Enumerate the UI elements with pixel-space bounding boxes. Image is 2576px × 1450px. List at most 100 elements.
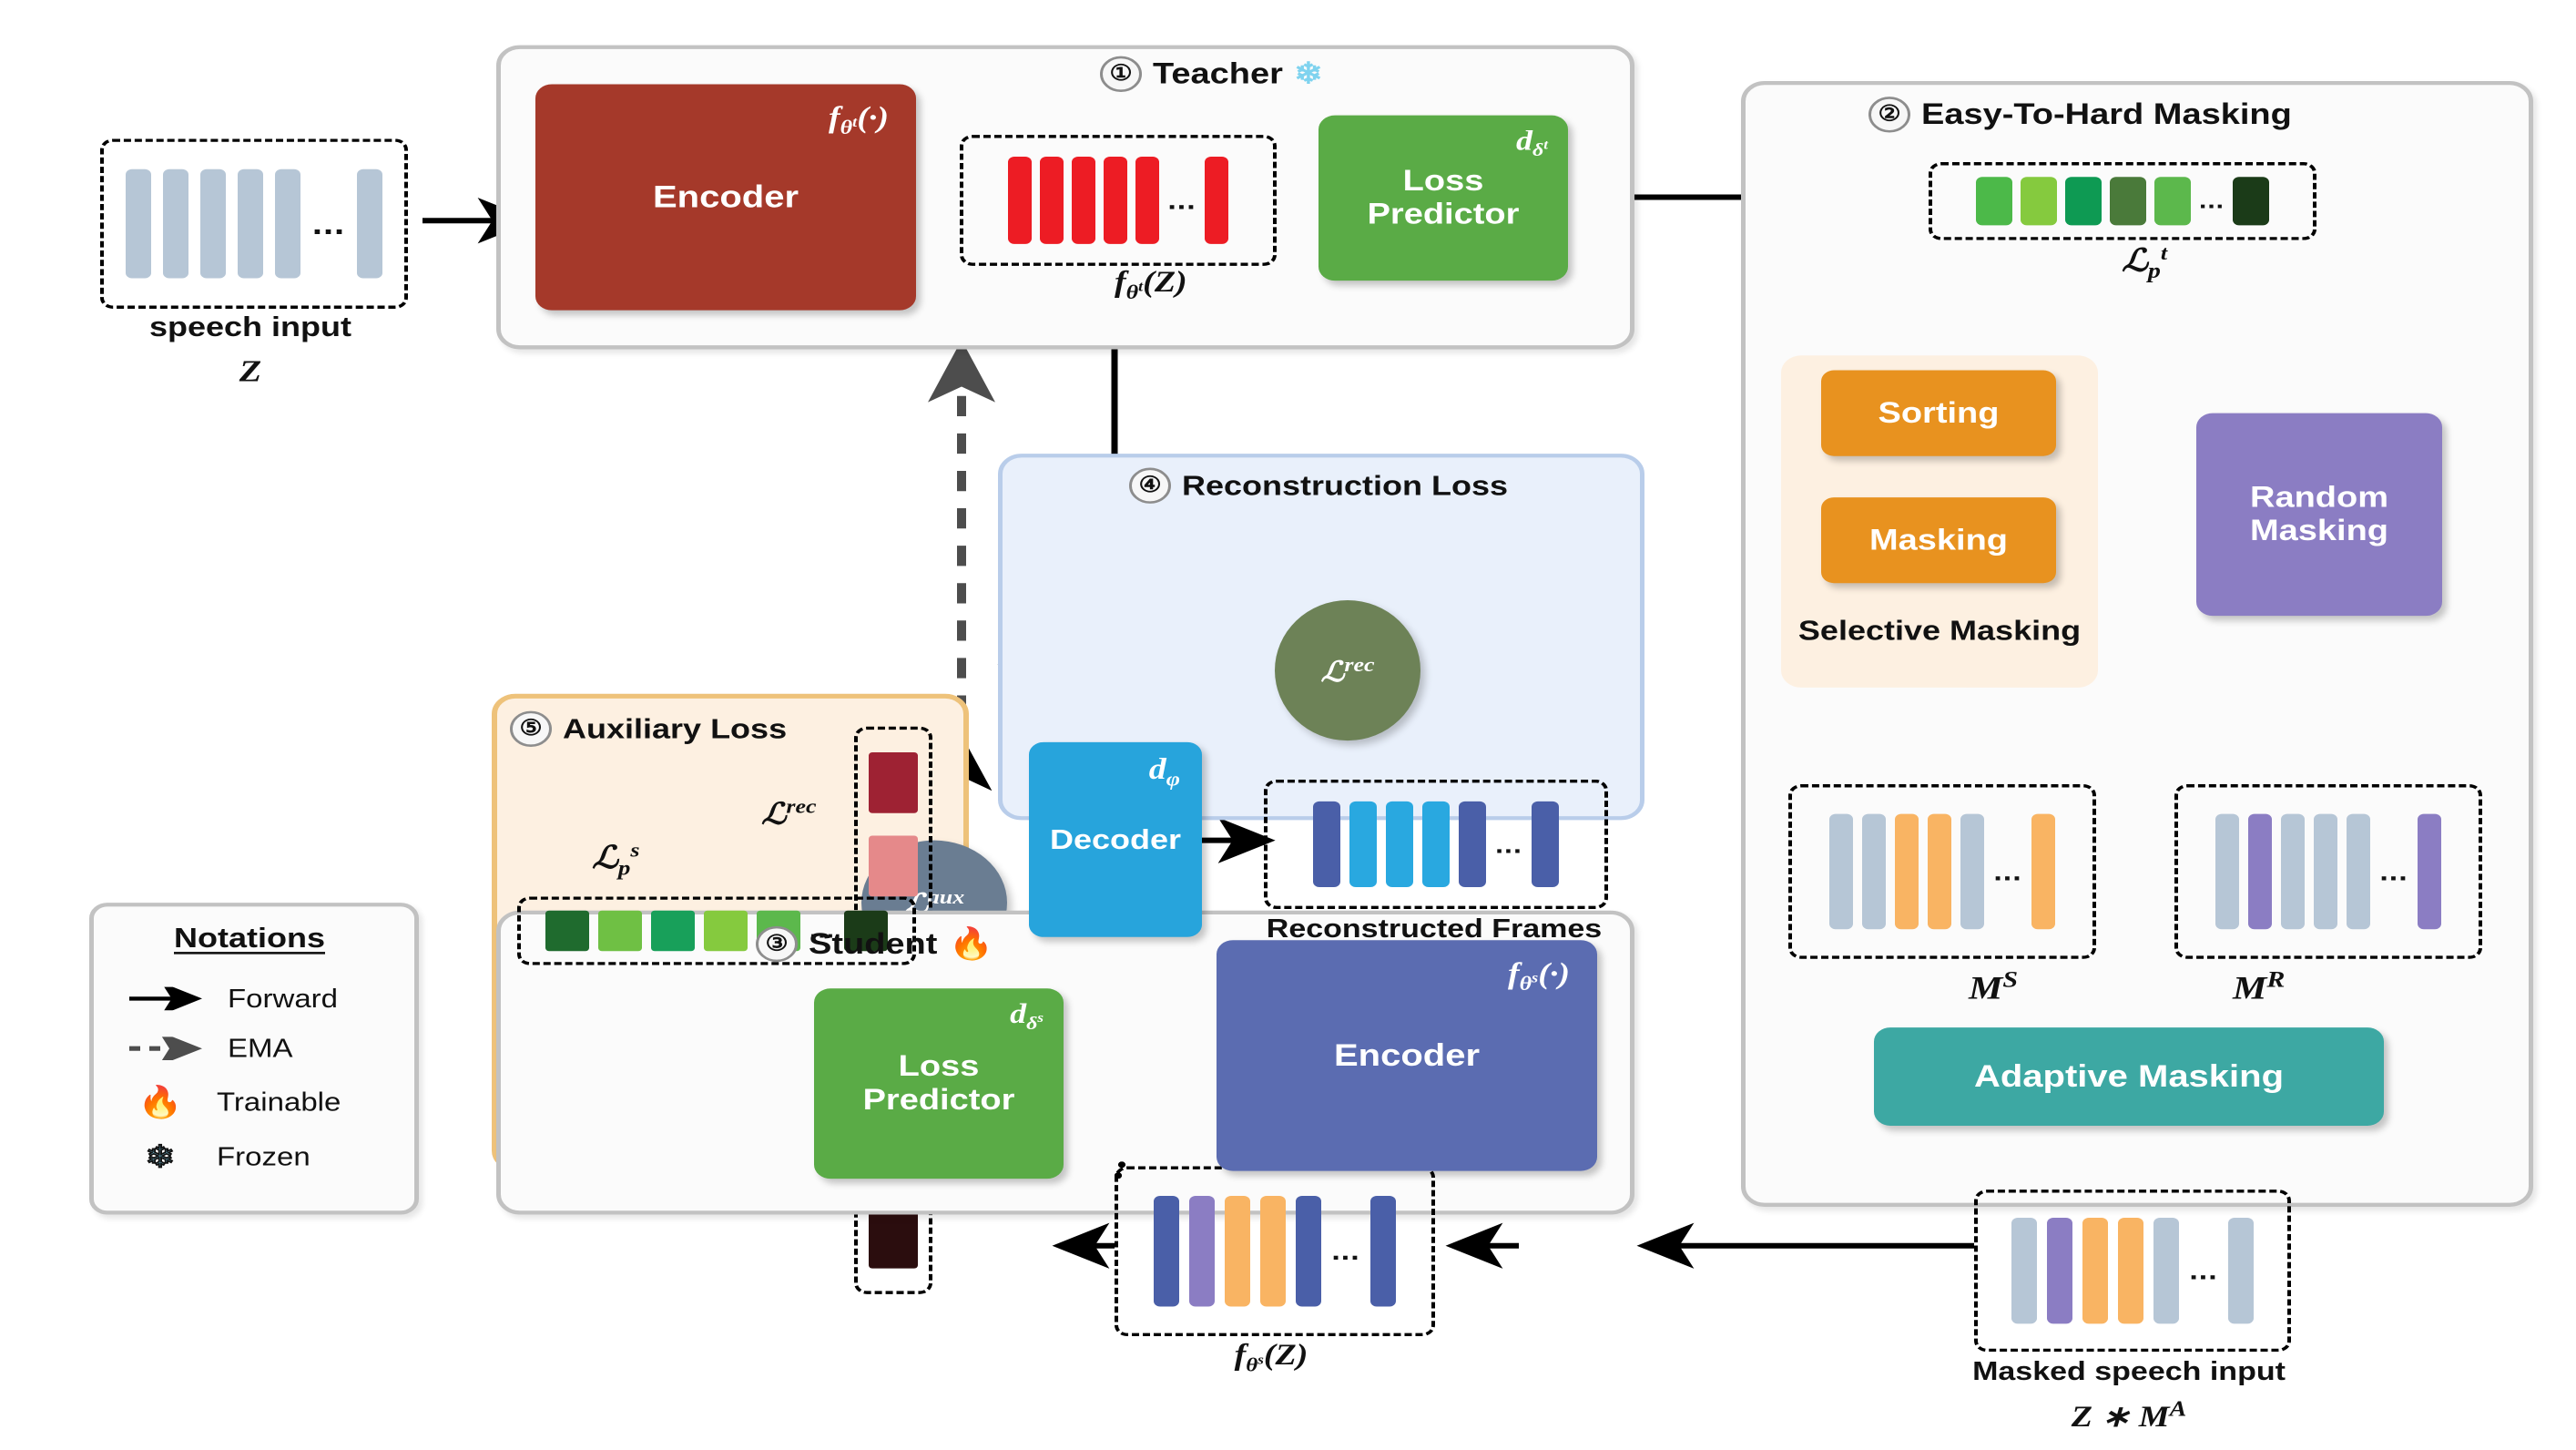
teacher-encoder-label: Encoder	[652, 179, 799, 215]
input-bar	[357, 168, 383, 279]
teacher-loss-predictor-label-2: Predictor	[1367, 198, 1520, 231]
ellipsis: ...	[311, 206, 346, 241]
loss-bar	[2233, 177, 2269, 226]
student-feature-bar	[1225, 1195, 1251, 1307]
recon-panel-title: ④ Reconstruction Loss	[1129, 467, 1509, 504]
mask-bar	[2215, 813, 2240, 930]
aux-pred-label: ℒps	[592, 838, 640, 880]
ellipsis: ...	[1331, 1236, 1360, 1267]
mask-bar	[1862, 813, 1887, 930]
decoder-label: Decoder	[1049, 822, 1182, 855]
random-masking-label-1: Random	[2250, 481, 2388, 515]
loss-bar	[1975, 177, 2012, 226]
snowflake-icon: ❄	[144, 1139, 177, 1175]
teacher-loss-predictor-block: dδt Loss Predictor	[1319, 115, 1568, 281]
frame-bar	[1422, 801, 1451, 888]
student-features-symbol: fθs(Z)	[1234, 1338, 1308, 1376]
masked-input-symbol: Z ∗ MA	[2071, 1396, 2187, 1434]
masked-input-label: Masked speech input	[1972, 1356, 2286, 1386]
decoder-symbol: dφ	[1148, 752, 1180, 791]
sorting-block: Sorting	[1821, 370, 2056, 456]
mask-bar	[1829, 813, 1854, 930]
mask-bar	[1960, 813, 1985, 930]
masked-bar	[2153, 1217, 2180, 1324]
mask-bar	[2281, 813, 2306, 930]
student-feature-bar	[1260, 1195, 1287, 1307]
input-bar	[162, 168, 188, 279]
step-number-1: ①	[1100, 56, 1142, 92]
legend-row-frozen: ❄ Frozen	[127, 1137, 392, 1178]
recon-loss-label: ℒrec	[1320, 652, 1375, 688]
step-number-2: ②	[1868, 97, 1910, 133]
ellipsis: ...	[1495, 830, 1522, 859]
masking-label: Masking	[1868, 523, 2009, 557]
step-number-3: ③	[756, 925, 798, 963]
teacher-panel-title: ① Teacher ❄	[1100, 56, 1323, 92]
feature-bar	[1204, 157, 1228, 244]
predicted-loss-group: ...	[1929, 162, 2316, 240]
rec-cell	[869, 751, 918, 813]
mask-bar	[1928, 813, 1952, 930]
pred-cell	[597, 910, 642, 952]
student-encoder-block: fθs(·) Encoder	[1217, 940, 1597, 1171]
step-number-4: ④	[1129, 467, 1171, 504]
legend-row-trainable: 🔥 Trainable	[127, 1082, 392, 1123]
mask-s-group: ...	[1788, 784, 2096, 959]
legend-label-frozen: Frozen	[217, 1141, 311, 1171]
aux-rec-label: ℒrec	[761, 795, 817, 832]
frame-bar	[1313, 801, 1341, 888]
pred-cell	[545, 910, 589, 952]
recon-title-text: Reconstruction Loss	[1182, 469, 1509, 502]
student-loss-predictor-symbol: dδs	[1010, 997, 1044, 1035]
masked-bar	[2118, 1217, 2144, 1324]
student-encoder-symbol: fθs(·)	[1508, 957, 1570, 995]
loss-bar	[2109, 177, 2146, 226]
teacher-features-group: ...	[960, 135, 1277, 266]
student-feature-bar	[1369, 1195, 1396, 1307]
legend-label-ema: EMA	[228, 1033, 293, 1063]
step-number-5: ⑤	[510, 710, 552, 747]
teacher-encoder-symbol: fθt(·)	[829, 101, 889, 139]
masked-bar	[2082, 1217, 2109, 1324]
student-encoder-label: Encoder	[1333, 1037, 1481, 1073]
random-masking-label-2: Masking	[2249, 514, 2389, 547]
teacher-features-symbol: fθt(Z)	[1115, 265, 1187, 303]
student-feature-bar	[1154, 1195, 1180, 1307]
student-feature-bar	[1189, 1195, 1216, 1307]
adaptive-masking-label: Adaptive Masking	[1973, 1058, 2285, 1094]
adaptive-masking-block: Adaptive Masking	[1874, 1027, 2384, 1126]
legend-row-forward: Forward	[127, 981, 392, 1016]
frame-bar	[1349, 801, 1378, 888]
notations-title: Notations	[174, 921, 325, 954]
mask-bar	[1895, 813, 1919, 930]
mask-r-group: ...	[2174, 784, 2482, 959]
pred-cell	[650, 910, 695, 952]
speech-input-label: speech input	[148, 310, 352, 342]
student-feature-group: ...	[1115, 1166, 1435, 1337]
auxiliary-title-text: Auxiliary Loss	[563, 712, 788, 745]
frame-bar	[1531, 801, 1559, 888]
flame-icon: 🔥	[948, 926, 994, 962]
frame-bar	[1386, 801, 1414, 888]
sorting-label: Sorting	[1878, 396, 2000, 430]
ellipsis: ...	[2379, 856, 2408, 887]
teacher-loss-predictor-symbol: dδt	[1515, 124, 1548, 161]
input-bar	[274, 168, 300, 279]
teacher-title-text: Teacher	[1153, 56, 1283, 90]
mask-s-symbol: MS	[1969, 966, 2019, 1006]
masking-title-text: Easy-To-Hard Masking	[1921, 97, 2292, 131]
input-bar	[199, 168, 226, 279]
student-loss-predictor-label-1: Loss	[898, 1050, 980, 1084]
student-loss-predictor-label-2: Predictor	[862, 1083, 1015, 1117]
frame-bar	[1459, 801, 1487, 888]
legend-label-trainable: Trainable	[217, 1088, 341, 1117]
mask-bar	[2314, 813, 2338, 930]
ellipsis: ...	[1167, 185, 1196, 216]
masked-bar	[2047, 1217, 2073, 1324]
random-masking-block: Random Masking	[2196, 413, 2442, 617]
predicted-loss-symbol: ℒpt	[2122, 241, 2168, 283]
recon-loss-node: ℒrec	[1275, 600, 1420, 741]
mask-bar	[2417, 813, 2441, 930]
masking-block: Masking	[1821, 497, 2056, 584]
masked-bar	[2011, 1217, 2038, 1324]
